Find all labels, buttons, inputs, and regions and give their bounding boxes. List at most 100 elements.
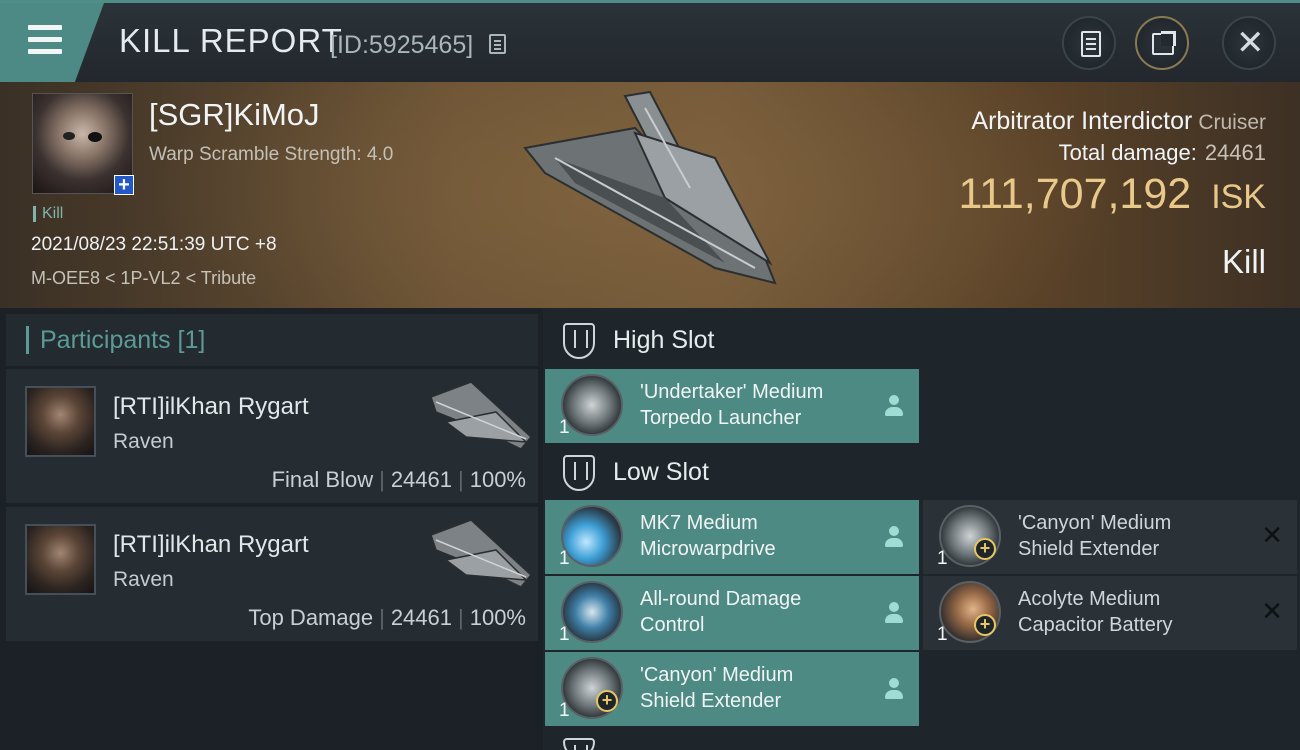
module-name-line1: 'Canyon' Medium <box>640 664 794 686</box>
hamburger-icon <box>28 25 62 30</box>
page-title: KILL REPORT <box>119 22 343 59</box>
victim-ship-name: Arbitrator Interdictor Cruiser <box>971 107 1266 136</box>
module-quantity: 1 <box>937 548 948 569</box>
pilot-icon <box>885 678 903 700</box>
kill-datetime: 2021/08/23 22:51:39 UTC +8 <box>31 234 277 255</box>
participant-avatar[interactable] <box>25 524 96 595</box>
participant-row[interactable]: [RTI]ilKhan Rygart Raven Top Damage | 2446… <box>6 507 538 641</box>
module-name-line1: MK7 Medium <box>640 512 758 534</box>
participant-row[interactable]: [RTI]ilKhan Rygart Raven Final Blow | 2446… <box>6 369 538 503</box>
participant-damage: 24461 <box>390 605 452 630</box>
close-button[interactable]: ✕ <box>1222 16 1276 70</box>
destroyed-x-icon: ✕ <box>1261 596 1283 626</box>
high-slot-title: High Slot <box>613 326 715 354</box>
hamburger-icon <box>28 37 62 42</box>
damage-control-icon <box>561 581 623 643</box>
next-slot-header-partial <box>548 728 1300 750</box>
victim-name[interactable]: [SGR]KiMoJ <box>149 97 320 133</box>
module-name-line2: Torpedo Launcher <box>640 407 802 429</box>
module-name-line1: All-round Damage <box>640 588 802 610</box>
module-quantity: 1 <box>559 417 570 438</box>
separator: | <box>379 605 385 630</box>
report-id: [ID:5925465] <box>330 31 474 59</box>
avatar-eye <box>63 132 75 140</box>
warp-scramble-strength: Warp Scramble Strength: 4.0 <box>149 144 394 165</box>
share-icon <box>1152 31 1176 55</box>
participant-percent: 100% <box>469 605 526 630</box>
menu-button[interactable] <box>0 3 104 82</box>
slot-shield-icon <box>563 323 595 359</box>
microwarpdrive-icon <box>561 505 623 567</box>
avatar-eye <box>88 132 102 142</box>
module-quantity: 1 <box>559 700 570 721</box>
participant-name: [RTI]ilKhan Rygart <box>113 393 309 420</box>
participant-damage: 24461 <box>390 467 452 492</box>
participants-title: Participants [1] <box>26 326 205 354</box>
participant-stats: Final Blow | 24461 | 100% <box>272 467 526 493</box>
module-label: MK7 Medium Microwarpdrive <box>640 510 870 562</box>
plus-circle-icon: + <box>974 614 996 636</box>
hamburger-icon <box>28 49 62 54</box>
total-damage-value: 24461 <box>1204 140 1266 165</box>
participant-ship: Raven <box>113 568 174 591</box>
participant-percent: 100% <box>469 467 526 492</box>
total-damage-label: Total damage: <box>1058 140 1197 165</box>
module-name-line1: 'Undertaker' Medium <box>640 381 824 403</box>
participant-role: Final Blow <box>271 467 374 492</box>
victim-ship-image <box>523 90 777 285</box>
participant-name: [RTI]ilKhan Rygart <box>113 531 309 558</box>
module-name-line2: Shield Extender <box>640 690 782 712</box>
notes-icon <box>1081 31 1101 57</box>
close-icon: ✕ <box>1236 24 1265 62</box>
module-shield-extender[interactable]: + 1 'Canyon' Medium Shield Extender <box>545 652 919 726</box>
isk-unit: ISK <box>1211 178 1266 216</box>
module-quantity: 1 <box>937 624 948 645</box>
participant-stats: Top Damage | 24461 | 100% <box>248 605 526 631</box>
plus-circle-icon: + <box>596 690 618 712</box>
module-name-line2: Microwarpdrive <box>640 538 776 560</box>
pilot-icon <box>885 395 903 417</box>
module-name-line1: 'Canyon' Medium <box>1018 512 1172 534</box>
participant-ship: Raven <box>113 430 174 453</box>
participant-avatar[interactable] <box>25 386 96 457</box>
slot-shield-icon <box>563 738 595 750</box>
ship-name-text: Arbitrator Interdictor <box>971 107 1193 135</box>
isk-amount: 111,707,192 <box>958 170 1192 218</box>
destroyed-x-icon: ✕ <box>1261 520 1283 550</box>
low-slot-title: Low Slot <box>613 458 709 486</box>
kill-result: Kill <box>1221 243 1266 280</box>
torpedo-launcher-icon <box>561 374 623 436</box>
module-name-line1: Acolyte Medium <box>1018 588 1161 610</box>
kill-location: M-OEE8 < 1P-VL2 < Tribute <box>31 268 257 288</box>
module-shield-extender-destroyed[interactable]: + 1 'Canyon' Medium Shield Extender ✕ <box>923 500 1297 574</box>
module-quantity: 1 <box>559 624 570 645</box>
total-damage: Total damage: 24461 <box>1059 140 1266 166</box>
module-name-line2: Shield Extender <box>1018 538 1160 560</box>
notes-button[interactable] <box>1062 16 1116 70</box>
ship-class: Cruiser <box>1198 111 1266 134</box>
module-capacitor-battery-destroyed[interactable]: + 1 Acolyte Medium Capacitor Battery ✕ <box>923 576 1297 650</box>
module-label: 'Undertaker' Medium Torpedo Launcher <box>640 379 870 431</box>
module-label: Acolyte Medium Capacitor Battery <box>1018 586 1248 638</box>
module-microwarpdrive[interactable]: 1 MK7 Medium Microwarpdrive <box>545 500 919 574</box>
separator: | <box>458 605 464 630</box>
pilot-icon <box>885 526 903 548</box>
share-button[interactable] <box>1135 16 1189 70</box>
module-torpedo-launcher[interactable]: 1 'Undertaker' Medium Torpedo Launcher <box>545 369 919 443</box>
module-label: 'Canyon' Medium Shield Extender <box>1018 510 1248 562</box>
add-contact-icon[interactable]: + <box>114 175 134 195</box>
module-quantity: 1 <box>559 548 570 569</box>
pilot-icon <box>885 602 903 624</box>
participant-ship-image <box>430 381 533 450</box>
kill-tag: Kill <box>33 206 63 222</box>
module-name-line2: Capacitor Battery <box>1018 614 1173 636</box>
plus-circle-icon: + <box>974 538 996 560</box>
module-damage-control[interactable]: 1 All-round Damage Control <box>545 576 919 650</box>
slot-shield-icon <box>563 455 595 491</box>
separator: | <box>458 467 464 492</box>
module-label: 'Canyon' Medium Shield Extender <box>640 662 870 714</box>
module-name-line2: Control <box>640 614 705 636</box>
copy-icon[interactable] <box>489 34 506 54</box>
participant-ship-image <box>430 519 533 588</box>
separator: | <box>379 467 385 492</box>
